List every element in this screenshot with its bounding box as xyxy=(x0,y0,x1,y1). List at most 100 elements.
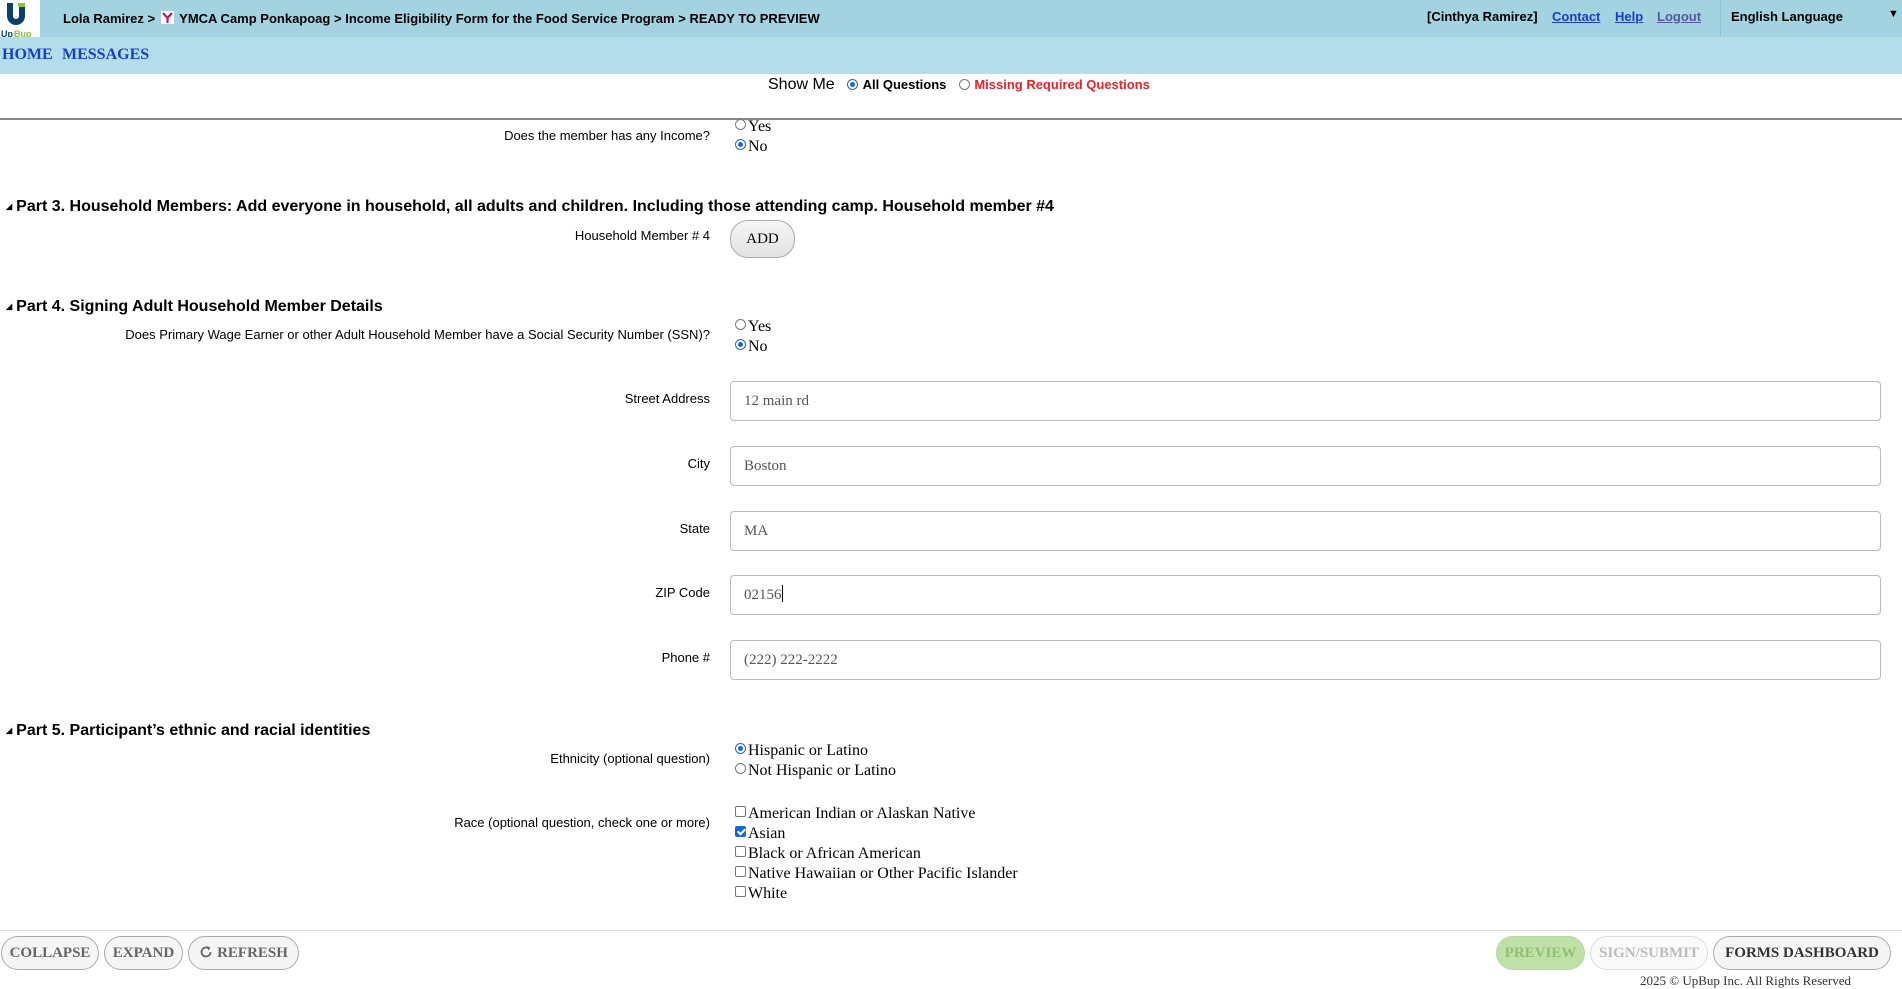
race-asian-checkbox[interactable] xyxy=(735,826,746,837)
refresh-label[interactable]: REFRESH xyxy=(217,945,288,961)
race-option-label[interactable]: White xyxy=(748,885,787,902)
logout-link[interactable]: Logout xyxy=(1657,9,1701,24)
current-user: [Cinthya Ramirez] xyxy=(1427,9,1538,24)
ethnicity-not-hispanic-radio[interactable] xyxy=(735,763,746,774)
race-question-label: Race (optional question, check one or mo… xyxy=(454,815,710,830)
zip-code-field[interactable]: 02156 xyxy=(730,575,1881,615)
race-black-checkbox[interactable] xyxy=(735,846,746,857)
city-value[interactable]: Boston xyxy=(744,458,787,474)
nav-bar xyxy=(0,37,1902,74)
phone-label: Phone # xyxy=(661,650,710,665)
show-me-filter: Show Me All Questions Missing Required Q… xyxy=(768,76,1150,94)
part5-section-header[interactable]: ◢ Part 5. Participant’s ethnic and racial… xyxy=(6,722,370,740)
collapse-triangle-icon[interactable]: ◢ xyxy=(6,202,12,211)
text-caret xyxy=(781,585,783,602)
income-yes-option[interactable]: Yes xyxy=(735,118,771,136)
street-address-field[interactable]: 12 main rd xyxy=(730,381,1881,421)
income-question-label: Does the member has any Income? xyxy=(504,128,710,143)
missing-required-label[interactable]: Missing Required Questions xyxy=(974,77,1150,92)
ssn-question-label: Does Primary Wage Earner or other Adult … xyxy=(125,327,710,342)
copyright-text: 2025 © UpBup Inc. All Rights Reserved xyxy=(1640,973,1852,988)
race-option-label[interactable]: Asian xyxy=(748,825,785,842)
all-questions-radio[interactable] xyxy=(847,79,859,91)
nav-home[interactable]: HOME xyxy=(2,46,53,64)
preview-button[interactable]: PREVIEW xyxy=(1496,936,1585,970)
breadcrumb-status: READY TO PREVIEW xyxy=(689,11,820,26)
race-american-indian-checkbox[interactable] xyxy=(735,806,746,817)
breadcrumb-organization[interactable]: YMCA Camp Ponkapoag xyxy=(179,11,330,26)
footer-divider xyxy=(0,930,1902,931)
race-option[interactable]: Native Hawaiian or Other Pacific Islande… xyxy=(735,865,1018,883)
zip-code-value[interactable]: 02156 xyxy=(744,587,782,603)
ssn-yes-radio[interactable] xyxy=(735,319,746,330)
race-option-label[interactable]: American Indian or Alaskan Native xyxy=(748,805,975,822)
nav-messages[interactable]: MESSAGES xyxy=(62,46,149,64)
street-address-label: Street Address xyxy=(624,391,710,406)
income-yes-radio[interactable] xyxy=(735,119,746,130)
part3-title[interactable]: Part 3. Household Members: Add everyone … xyxy=(16,198,1054,215)
race-white-checkbox[interactable] xyxy=(735,886,746,897)
refresh-button[interactable]: REFRESH xyxy=(188,936,299,970)
part5-title[interactable]: Part 5. Participant’s ethnic and racial … xyxy=(16,722,370,739)
breadcrumb: Lola Ramirez > YMCA Camp Ponkapoag > Inc… xyxy=(63,11,820,26)
ssn-yes-label[interactable]: Yes xyxy=(748,318,771,335)
ethnicity-question-label: Ethnicity (optional question) xyxy=(550,751,710,766)
breadcrumb-form[interactable]: Income Eligibility Form for the Food Ser… xyxy=(345,11,674,26)
forms-dashboard-button[interactable]: FORMS DASHBOARD xyxy=(1713,936,1891,970)
contact-link[interactable]: Contact xyxy=(1552,9,1600,24)
ymca-logo-icon xyxy=(160,11,174,24)
household-member-label: Household Member # 4 xyxy=(574,228,710,243)
breadcrumb-separator: > xyxy=(678,11,686,26)
part4-title[interactable]: Part 4. Signing Adult Household Member D… xyxy=(16,298,383,315)
city-label: City xyxy=(687,456,710,471)
race-native-hawaiian-checkbox[interactable] xyxy=(735,866,746,877)
city-field[interactable]: Boston xyxy=(730,446,1881,486)
breadcrumb-separator: > xyxy=(333,11,342,26)
phone-field[interactable]: (222) 222-2222 xyxy=(730,640,1881,680)
ssn-yes-option[interactable]: Yes xyxy=(735,318,771,336)
ssn-no-label[interactable]: No xyxy=(748,338,768,355)
income-no-radio[interactable] xyxy=(735,139,746,150)
divider xyxy=(0,118,1902,120)
ethnicity-not-hispanic-label[interactable]: Not Hispanic or Latino xyxy=(748,762,896,779)
ethnicity-hispanic-radio[interactable] xyxy=(735,743,746,754)
state-value[interactable]: MA xyxy=(744,523,768,539)
language-select-value[interactable]: English Language xyxy=(1731,9,1843,24)
expand-button[interactable]: EXPAND xyxy=(104,936,183,970)
income-no-label[interactable]: No xyxy=(748,138,768,155)
state-label: State xyxy=(679,521,710,536)
race-option[interactable]: Black or African American xyxy=(735,845,921,863)
all-questions-label[interactable]: All Questions xyxy=(863,77,947,92)
part4-section-header[interactable]: ◢ Part 4. Signing Adult Household Member … xyxy=(6,298,383,316)
race-option-label[interactable]: Native Hawaiian or Other Pacific Islande… xyxy=(748,865,1018,882)
breadcrumb-person[interactable]: Lola Ramirez xyxy=(63,11,144,26)
upbup-logo[interactable]: Up Bup xyxy=(0,0,40,40)
collapse-triangle-icon[interactable]: ◢ xyxy=(6,726,12,735)
collapse-button[interactable]: COLLAPSE xyxy=(1,936,99,970)
race-option[interactable]: American Indian or Alaskan Native xyxy=(735,805,975,823)
add-household-member-button[interactable]: ADD xyxy=(730,220,795,258)
income-yes-label[interactable]: Yes xyxy=(748,118,771,135)
show-me-label: Show Me xyxy=(768,76,835,93)
missing-required-radio[interactable] xyxy=(958,79,970,91)
ethnicity-not-hispanic-option[interactable]: Not Hispanic or Latino xyxy=(735,762,896,780)
income-no-option[interactable]: No xyxy=(735,138,768,156)
phone-value[interactable]: (222) 222-2222 xyxy=(744,652,838,668)
zip-code-label: ZIP Code xyxy=(655,585,710,600)
race-option[interactable]: Asian xyxy=(735,825,785,843)
sign-submit-button[interactable]: SIGN/SUBMIT xyxy=(1590,936,1708,970)
race-option[interactable]: White xyxy=(735,885,787,903)
ethnicity-hispanic-label[interactable]: Hispanic or Latino xyxy=(748,742,868,759)
chevron-down-icon[interactable]: ▼ xyxy=(1888,8,1899,20)
ethnicity-hispanic-option[interactable]: Hispanic or Latino xyxy=(735,742,868,760)
part3-section-header[interactable]: ◢ Part 3. Household Members: Add everyone… xyxy=(6,198,1054,216)
ssn-no-radio[interactable] xyxy=(735,339,746,350)
state-field[interactable]: MA xyxy=(730,511,1881,551)
help-link[interactable]: Help xyxy=(1615,9,1643,24)
race-option-label[interactable]: Black or African American xyxy=(748,845,921,862)
street-address-value[interactable]: 12 main rd xyxy=(744,393,809,409)
refresh-icon xyxy=(199,939,213,971)
ssn-no-option[interactable]: No xyxy=(735,338,768,356)
collapse-triangle-icon[interactable]: ◢ xyxy=(6,302,12,311)
breadcrumb-separator: > xyxy=(147,11,156,26)
